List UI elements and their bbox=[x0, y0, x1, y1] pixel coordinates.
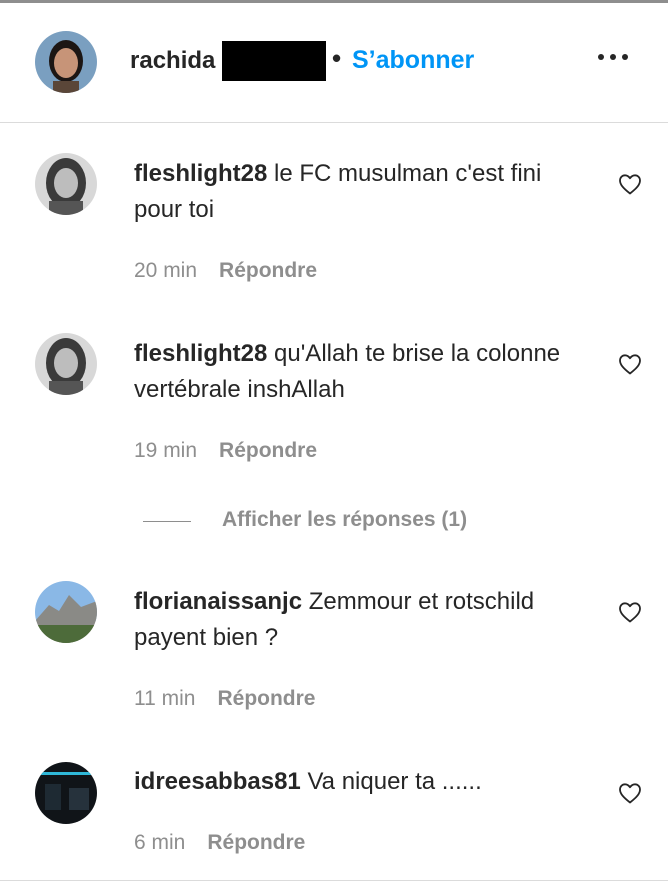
comment-time: 20 min bbox=[134, 259, 198, 282]
comment-meta: 19 min Répondre bbox=[134, 439, 317, 463]
commenter-avatar[interactable] bbox=[35, 581, 97, 643]
more-options-icon[interactable] bbox=[598, 46, 630, 66]
replies-divider bbox=[143, 521, 191, 522]
comment-username[interactable]: florianaissanjc bbox=[134, 588, 302, 615]
comment-body: Va niquer ta ...... bbox=[307, 768, 482, 795]
comment-meta: 11 min Répondre bbox=[134, 687, 316, 711]
separator-dot: • bbox=[332, 43, 342, 73]
like-heart-icon[interactable] bbox=[618, 782, 642, 804]
commenter-avatar[interactable] bbox=[35, 153, 97, 215]
comment-text: fleshlight28 qu'Allah te brise la colonn… bbox=[134, 336, 574, 408]
view-replies-row: Afficher les réponses (1) bbox=[0, 508, 668, 538]
commenter-avatar[interactable] bbox=[35, 333, 97, 395]
reply-button[interactable]: Répondre bbox=[217, 687, 315, 710]
comment-text: idreesabbas81 Va niquer ta ...... bbox=[134, 764, 574, 800]
author-username[interactable]: rachida bbox=[130, 47, 215, 75]
comment-meta: 20 min Répondre bbox=[134, 259, 317, 283]
reply-button[interactable]: Répondre bbox=[207, 831, 305, 854]
bottom-divider bbox=[0, 880, 668, 881]
reply-button[interactable]: Répondre bbox=[219, 439, 317, 462]
comment-meta: 6 min Répondre bbox=[134, 831, 305, 855]
comment-username[interactable]: fleshlight28 bbox=[134, 340, 267, 367]
comment-username[interactable]: fleshlight28 bbox=[134, 160, 267, 187]
like-heart-icon[interactable] bbox=[618, 353, 642, 375]
like-heart-icon[interactable] bbox=[618, 601, 642, 623]
comment-time: 11 min bbox=[134, 687, 196, 710]
reply-button[interactable]: Répondre bbox=[219, 259, 317, 282]
comment-text: fleshlight28 le FC musulman c'est fini p… bbox=[134, 156, 574, 228]
view-replies-button[interactable]: Afficher les réponses (1) bbox=[222, 508, 467, 532]
comment-time: 6 min bbox=[134, 831, 186, 854]
redaction-bar bbox=[222, 41, 326, 81]
post-header: rachida • S’abonner bbox=[0, 3, 668, 123]
author-avatar[interactable] bbox=[35, 31, 97, 93]
comment-time: 19 min bbox=[134, 439, 198, 462]
comment-username[interactable]: idreesabbas81 bbox=[134, 768, 301, 795]
follow-button[interactable]: S’abonner bbox=[352, 46, 474, 75]
like-heart-icon[interactable] bbox=[618, 173, 642, 195]
commenter-avatar[interactable] bbox=[35, 762, 97, 824]
comment-text: florianaissanjc Zemmour et rotschild pay… bbox=[134, 584, 574, 656]
